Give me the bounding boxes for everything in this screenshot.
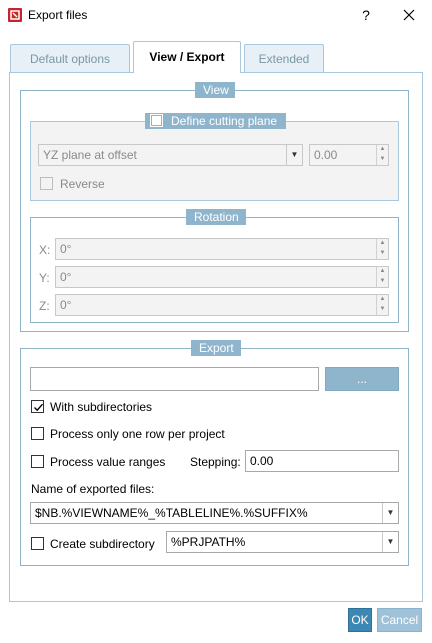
- subdirectory-value: %PRJPATH%: [171, 535, 246, 549]
- tab-view-export[interactable]: View / Export: [133, 41, 241, 73]
- reverse-label: Reverse: [60, 177, 105, 191]
- title-bar: Export files ?: [0, 0, 432, 30]
- rotation-z-value: 0°: [60, 298, 72, 312]
- export-legend: Export: [191, 340, 241, 356]
- exported-files-name-label: Name of exported files:: [31, 482, 155, 496]
- checkmark-icon: [34, 403, 44, 412]
- browse-button[interactable]: ...: [325, 367, 399, 391]
- ok-button[interactable]: OK: [348, 608, 372, 632]
- offset-value: 0.00: [314, 148, 338, 162]
- chevron-down-icon[interactable]: ▼: [382, 532, 398, 552]
- offset-spin-icon[interactable]: ▲ ▼: [376, 145, 388, 165]
- close-icon: [403, 9, 415, 21]
- rotation-z-stepper[interactable]: 0° ▲ ▼: [55, 294, 389, 316]
- view-legend: View: [195, 82, 235, 98]
- rotation-x-stepper[interactable]: 0° ▲ ▼: [55, 238, 389, 260]
- exported-files-name-combo[interactable]: $NB.%VIEWNAME%_%TABLELINE%.%SUFFIX% ▼: [30, 502, 399, 524]
- tab-default-options[interactable]: Default options: [10, 44, 130, 72]
- process-value-ranges-label: Process value ranges: [50, 455, 166, 469]
- stepping-input[interactable]: 0.00: [245, 450, 399, 472]
- tab-extended[interactable]: Extended: [244, 44, 324, 72]
- rotation-x-label: X:: [39, 243, 51, 257]
- rotation-y-stepper[interactable]: 0° ▲ ▼: [55, 266, 389, 288]
- define-cutting-plane-checkbox[interactable]: [150, 114, 163, 127]
- create-subdirectory-checkbox[interactable]: [31, 537, 44, 550]
- rotation-z-label: Z:: [39, 299, 50, 313]
- one-row-per-project-label: Process only one row per project: [50, 427, 225, 441]
- with-subdirectories-label: With subdirectories: [50, 400, 153, 414]
- close-button[interactable]: [398, 4, 420, 26]
- rotation-y-spin-icon[interactable]: ▲ ▼: [376, 267, 388, 287]
- cutting-plane-legend: Define cutting plane: [145, 113, 286, 129]
- offset-stepper[interactable]: 0.00 ▲ ▼: [309, 144, 389, 166]
- plane-select[interactable]: YZ plane at offset ▼: [38, 144, 303, 166]
- create-subdirectory-label: Create subdirectory: [50, 537, 155, 551]
- rotation-z-spin-icon[interactable]: ▲ ▼: [376, 295, 388, 315]
- app-icon: [8, 8, 22, 22]
- rotation-y-value: 0°: [60, 270, 72, 284]
- cancel-button[interactable]: Cancel: [377, 608, 422, 632]
- rotation-x-spin-icon[interactable]: ▲ ▼: [376, 239, 388, 259]
- rotation-y-label: Y:: [39, 271, 50, 285]
- rotation-legend: Rotation: [186, 209, 246, 225]
- subdirectory-combo[interactable]: %PRJPATH% ▼: [166, 531, 399, 553]
- reverse-checkbox[interactable]: [40, 177, 53, 190]
- plane-select-value: YZ plane at offset: [43, 148, 137, 162]
- with-subdirectories-checkbox[interactable]: [31, 400, 44, 413]
- one-row-per-project-checkbox[interactable]: [31, 427, 44, 440]
- window-title: Export files: [28, 8, 88, 22]
- chevron-down-icon: ▼: [286, 145, 302, 165]
- exported-files-name-value: $NB.%VIEWNAME%_%TABLELINE%.%SUFFIX%: [35, 506, 308, 520]
- stepping-label: Stepping:: [190, 455, 241, 469]
- process-value-ranges-checkbox[interactable]: [31, 455, 44, 468]
- rotation-x-value: 0°: [60, 242, 72, 256]
- help-button[interactable]: ?: [356, 4, 376, 26]
- chevron-down-icon[interactable]: ▼: [382, 503, 398, 523]
- export-path-input[interactable]: [30, 367, 319, 391]
